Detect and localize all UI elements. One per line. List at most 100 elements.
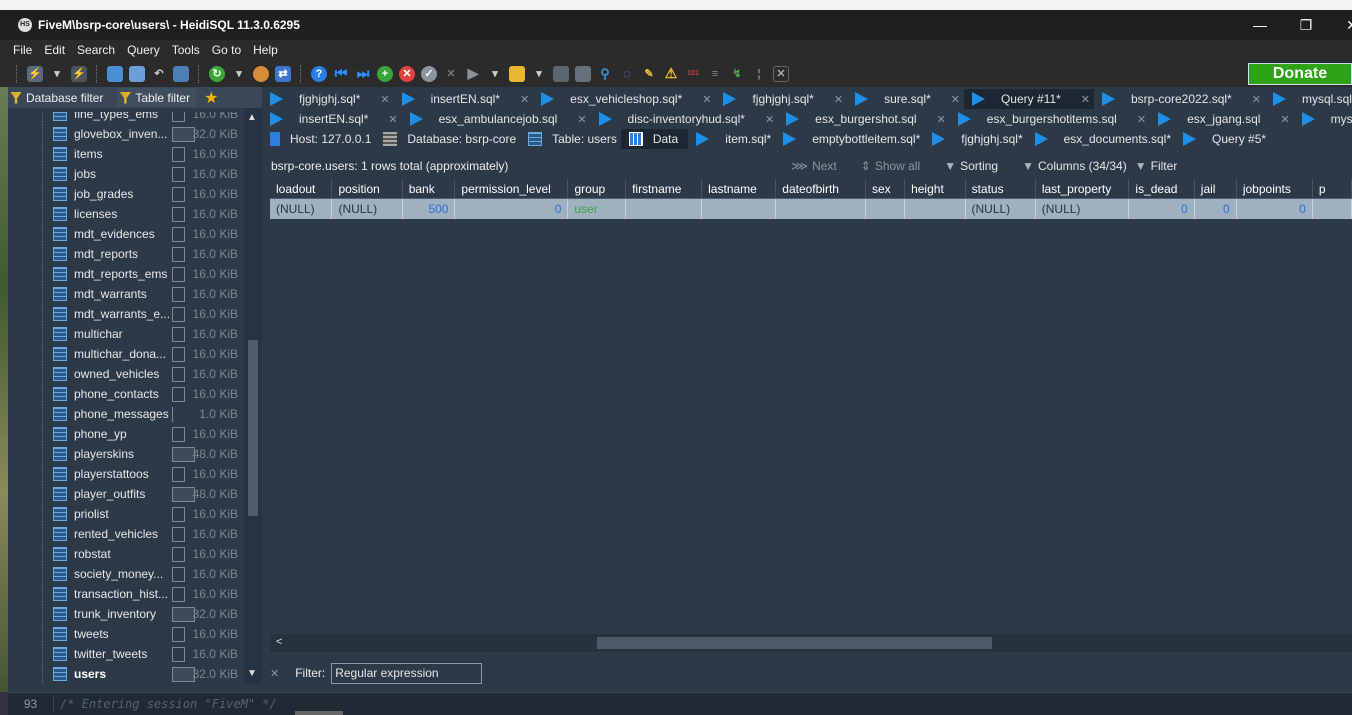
table-tree-item[interactable]: multichar_dona... 16.0 KiB — [8, 344, 244, 364]
maximize-button[interactable]: ❐ — [1283, 10, 1329, 40]
table-cell[interactable]: 500 — [403, 199, 456, 219]
table-tree-item[interactable]: trunk_inventory 32.0 KiB — [8, 604, 244, 624]
table-tree-item[interactable]: mdt_warrants 16.0 KiB — [8, 284, 244, 304]
menu-edit[interactable]: Edit — [38, 43, 71, 57]
tab-host[interactable]: Host: 127.0.0.1 — [262, 129, 375, 149]
menu-goto[interactable]: Go to — [206, 43, 247, 57]
wordwrap-icon[interactable]: ≡ — [707, 66, 723, 82]
close-tab-icon[interactable]: ✕ — [702, 93, 711, 106]
table-tree-item[interactable]: mdt_reports 16.0 KiB — [8, 244, 244, 264]
table-cell[interactable]: 0 — [1129, 199, 1195, 219]
column-header[interactable]: group — [568, 179, 627, 199]
table-tree-item[interactable]: licenses 16.0 KiB — [8, 204, 244, 224]
column-header[interactable]: permission_level — [455, 179, 569, 199]
run-icon[interactable]: ▶ — [465, 65, 481, 82]
clear-filter-icon[interactable]: ✕ — [270, 667, 279, 680]
menu-tools[interactable]: Tools — [166, 43, 206, 57]
minimize-button[interactable]: — — [1237, 10, 1283, 40]
refresh-icon[interactable]: ↻ — [209, 65, 225, 82]
table-cell[interactable]: (NULL) — [1036, 199, 1130, 219]
scroll-left-icon[interactable]: < — [276, 636, 282, 648]
query-tab[interactable]: esx_jgang.sql ✕ — [1150, 109, 1294, 129]
column-header[interactable]: firstname — [626, 179, 703, 199]
donate-button[interactable]: Donate — [1248, 63, 1352, 85]
column-header[interactable]: height — [905, 179, 966, 199]
close-window-button[interactable]: ✕ — [1329, 10, 1352, 40]
tree-scroll-thumb[interactable] — [248, 340, 258, 516]
table-cell[interactable]: 0 — [1195, 199, 1237, 219]
replace-icon[interactable]: ◌ — [619, 66, 635, 82]
table-cell[interactable]: user — [568, 199, 626, 219]
table-row[interactable]: (NULL) (NULL) 500 0 user (NULL) (NULL) 0 0 0 — [270, 199, 1352, 219]
dropdown-icon[interactable]: ▾ — [531, 66, 547, 82]
table-cell[interactable]: (NULL) — [270, 199, 333, 219]
close-icon[interactable]: ✕ — [773, 65, 789, 82]
table-tree-item[interactable]: tweets 16.0 KiB — [8, 624, 244, 644]
column-header[interactable]: last_property — [1036, 179, 1130, 199]
help-icon[interactable]: ? — [311, 65, 327, 82]
query-tab[interactable]: fjghjghj.sql* ✕ — [715, 89, 847, 109]
grid-horizontal-scrollbar[interactable]: < — [270, 634, 1352, 652]
close-tab-icon[interactable]: ✕ — [380, 93, 389, 106]
column-header[interactable]: lastname — [702, 179, 777, 199]
table-tree-item[interactable]: users 32.0 KiB — [8, 664, 244, 684]
menu-search[interactable]: Search — [71, 43, 121, 57]
data-grid[interactable]: loadout position bank permission_level group… — [270, 179, 1352, 649]
query-tab[interactable]: item.sql* — [688, 129, 775, 149]
table-tree-item[interactable]: mdt_evidences 16.0 KiB — [8, 224, 244, 244]
table-cell[interactable] — [702, 199, 777, 219]
next-button[interactable]: ⋙ Next — [791, 159, 837, 173]
query-tab[interactable]: Query #11* ✕ — [963, 89, 1094, 109]
column-header[interactable]: sex — [866, 179, 906, 199]
close-tab-icon[interactable]: ✕ — [577, 113, 586, 126]
table-cell[interactable]: 0 — [1237, 199, 1313, 219]
table-tree-item[interactable]: twitter_tweets 16.0 KiB — [8, 644, 244, 664]
disconnect-icon[interactable]: ⚡ — [71, 65, 87, 82]
query-tab[interactable]: Query #5* — [1175, 129, 1270, 149]
table-tree-item[interactable]: playerskins 48.0 KiB — [8, 444, 244, 464]
table-tree-item[interactable]: society_money... 16.0 KiB — [8, 564, 244, 584]
cancel-icon[interactable]: ✕ — [443, 66, 459, 82]
last-icon[interactable]: ⏭ — [355, 65, 371, 82]
query-tab[interactable]: esx_ambulancejob.sql ✕ — [402, 109, 591, 129]
tab-table[interactable]: Table: users — [520, 129, 621, 149]
query-tab[interactable]: sure.sql* ✕ — [847, 89, 964, 109]
table-filter-tab[interactable]: Table filter — [117, 88, 197, 107]
query-tab[interactable]: bsrp-core2022.sql* ✕ — [1094, 89, 1265, 109]
clean-icon[interactable]: ✎ — [641, 66, 657, 82]
query-tab[interactable]: fjghjghj.sql* ✕ — [262, 89, 394, 109]
filter-button[interactable]: ▼ Filter — [1135, 159, 1178, 173]
table-cell[interactable] — [905, 199, 966, 219]
query-tab[interactable]: mysql.sql*✕ — [1294, 109, 1352, 129]
table-tree-item[interactable]: multichar 16.0 KiB — [8, 324, 244, 344]
hscroll-thumb[interactable] — [597, 637, 992, 649]
table-tree[interactable]: fine_types_ems 16.0 KiB glovebox_inven... 3… — [8, 112, 244, 684]
table-tree-item[interactable]: playerstattoos 16.0 KiB — [8, 464, 244, 484]
query-tab[interactable]: insertEN.sql* ✕ — [394, 89, 534, 109]
query-tab[interactable]: emptybottleitem.sql* — [775, 129, 924, 149]
table-tree-item[interactable]: fine_types_ems 16.0 KiB — [8, 112, 244, 124]
table-tree-item[interactable]: phone_yp 16.0 KiB — [8, 424, 244, 444]
table-cell[interactable]: (NULL) — [966, 199, 1036, 219]
scroll-up-icon[interactable]: ▲ — [247, 112, 257, 123]
column-header[interactable]: loadout — [270, 179, 333, 199]
scroll-down-icon[interactable]: ▼ — [247, 668, 257, 679]
undo-icon[interactable]: ↶ — [151, 66, 167, 82]
column-header[interactable]: dateofbirth — [776, 179, 866, 199]
warning-icon[interactable]: ⚠ — [663, 65, 679, 82]
sync-icon[interactable]: ⇄ — [275, 65, 291, 82]
query-tab[interactable]: mysql.sql*✕ — [1265, 89, 1352, 109]
sorting-button[interactable]: ▼ Sorting — [944, 159, 998, 173]
save-icon[interactable] — [553, 65, 569, 82]
paste-icon[interactable] — [129, 65, 145, 82]
close-tab-icon[interactable]: ✕ — [1081, 93, 1090, 106]
ok-icon[interactable]: ✓ — [421, 65, 437, 82]
show-all-button[interactable]: ⇕ Show all — [861, 159, 920, 173]
tree-scrollbar[interactable]: ▲ ▼ — [244, 108, 262, 684]
info-icon[interactable]: ¦ — [751, 66, 767, 82]
table-tree-item[interactable]: job_grades 16.0 KiB — [8, 184, 244, 204]
add-icon[interactable]: + — [377, 65, 393, 82]
query-tab[interactable]: esx_burgershotitems.sql ✕ — [950, 109, 1150, 129]
table-tree-item[interactable]: phone_messages 1.0 KiB — [8, 404, 244, 424]
column-header[interactable]: is_dead — [1129, 179, 1195, 199]
